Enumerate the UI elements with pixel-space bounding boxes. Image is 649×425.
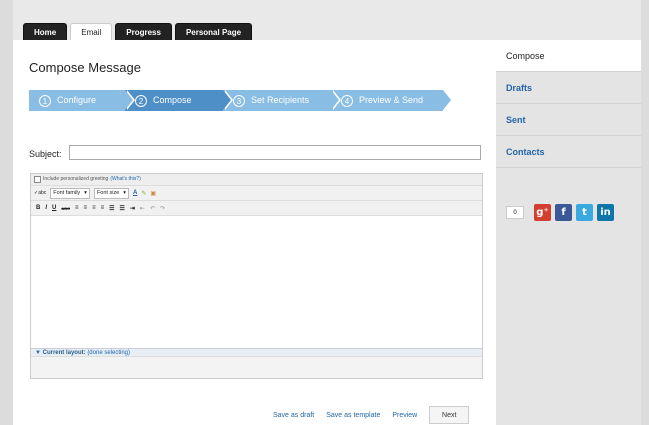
preview-link[interactable]: Preview xyxy=(392,412,417,419)
message-editor: Include personalized greeting (What's th… xyxy=(30,173,483,379)
strikethrough-icon[interactable]: ABC xyxy=(61,206,70,211)
sidebar-item-compose[interactable]: Compose xyxy=(496,40,641,72)
tab-personal-page[interactable]: Personal Page xyxy=(174,23,253,40)
font-size-value: Font size xyxy=(96,189,120,196)
greeting-bar: Include personalized greeting (What's th… xyxy=(31,174,482,186)
action-bar: Save as draft Save as template Preview N… xyxy=(273,406,470,424)
step-compose[interactable]: 2 Compose xyxy=(125,90,233,111)
undo-icon[interactable]: ↶ xyxy=(150,205,155,212)
step-number: 4 xyxy=(341,94,353,107)
save-template-link[interactable]: Save as template xyxy=(326,412,380,419)
tab-email[interactable]: Email xyxy=(70,23,113,40)
step-number: 3 xyxy=(233,94,245,107)
sidebar-item-contacts[interactable]: Contacts xyxy=(496,136,641,168)
whats-this-link[interactable]: (What's this?) xyxy=(110,174,140,185)
page-title: Compose Message xyxy=(29,60,141,75)
text-color-icon[interactable]: A xyxy=(133,190,137,196)
step-number: 2 xyxy=(135,94,147,107)
step-label: Set Recipients xyxy=(251,95,310,105)
step-label: Preview & Send xyxy=(359,95,424,105)
align-left-icon[interactable]: ≡ xyxy=(75,205,79,211)
redo-icon[interactable]: ↷ xyxy=(160,205,165,212)
dropdown-arrow-icon: ▾ xyxy=(84,189,87,196)
spellcheck-icon[interactable]: ✓abc xyxy=(34,190,46,196)
tab-home[interactable]: Home xyxy=(23,23,68,40)
step-preview-send[interactable]: 4 Preview & Send xyxy=(331,90,453,111)
align-center-icon[interactable]: ≡ xyxy=(84,205,88,211)
step-configure[interactable]: 1 Configure xyxy=(29,90,135,111)
top-tabs: Home Email Progress Personal Page xyxy=(23,23,253,40)
editor-footer xyxy=(31,356,482,378)
italic-icon[interactable]: I xyxy=(45,205,47,211)
sidebar: Compose Drafts Sent Contacts 0 g⁺ f t in xyxy=(496,40,641,425)
sidebar-item-sent[interactable]: Sent xyxy=(496,104,641,136)
numbered-list-icon[interactable]: ☰ xyxy=(119,205,124,212)
subject-label: Subject: xyxy=(29,149,62,159)
wizard-steps: 1 Configure 2 Compose 3 Set Recipients 4 Pre… xyxy=(29,90,453,111)
step-set-recipients[interactable]: 3 Set Recipients xyxy=(223,90,341,111)
sidebar-item-drafts[interactable]: Drafts xyxy=(496,72,641,104)
main-panel: Compose Message 1 Configure 2 Compose 3 Set… xyxy=(13,40,496,425)
step-number: 1 xyxy=(39,94,51,107)
twitter-icon[interactable]: t xyxy=(576,204,593,221)
font-family-value: Font family xyxy=(53,189,81,196)
bold-icon[interactable]: B xyxy=(36,205,40,211)
linkedin-icon[interactable]: in xyxy=(597,204,614,221)
dropdown-arrow-icon: ▾ xyxy=(123,189,127,196)
social-share: 0 g⁺ f t in xyxy=(506,204,614,221)
font-family-select[interactable]: Font family ▾ xyxy=(50,187,90,199)
tab-progress[interactable]: Progress xyxy=(115,23,172,40)
save-draft-link[interactable]: Save as draft xyxy=(273,412,314,419)
step-label: Configure xyxy=(57,95,97,105)
underline-icon[interactable]: U xyxy=(52,205,56,211)
step-label: Compose xyxy=(153,95,192,105)
share-count: 0 xyxy=(506,206,524,219)
align-right-icon[interactable]: ≡ xyxy=(92,205,96,211)
font-size-select[interactable]: Font size ▾ xyxy=(93,187,130,199)
editor-toolbar-top: ✓abc Font family ▾ Font size ▾ A ✎ ▣ xyxy=(31,186,482,201)
bullet-list-icon[interactable]: ☰ xyxy=(109,205,114,212)
subject-input[interactable] xyxy=(69,145,481,160)
editor-toolbar-format: B I U ABC ≡ ≡ ≡ ≡ ☰ ☰ ⇥ ⇤ ↶ ↷ xyxy=(31,201,482,216)
highlight-color-icon[interactable]: ✎ xyxy=(141,190,146,197)
greeting-label: Include personalized greeting xyxy=(43,176,109,182)
image-icon[interactable]: ▣ xyxy=(150,190,156,197)
google-plus-icon[interactable]: g⁺ xyxy=(534,204,551,221)
next-button[interactable]: Next xyxy=(429,406,470,424)
align-justify-icon[interactable]: ≡ xyxy=(101,205,105,211)
facebook-icon[interactable]: f xyxy=(555,204,572,221)
greeting-checkbox[interactable] xyxy=(34,176,41,183)
outdent-icon[interactable]: ⇤ xyxy=(140,205,145,212)
message-body-area[interactable] xyxy=(31,216,482,344)
indent-icon[interactable]: ⇥ xyxy=(130,205,135,212)
